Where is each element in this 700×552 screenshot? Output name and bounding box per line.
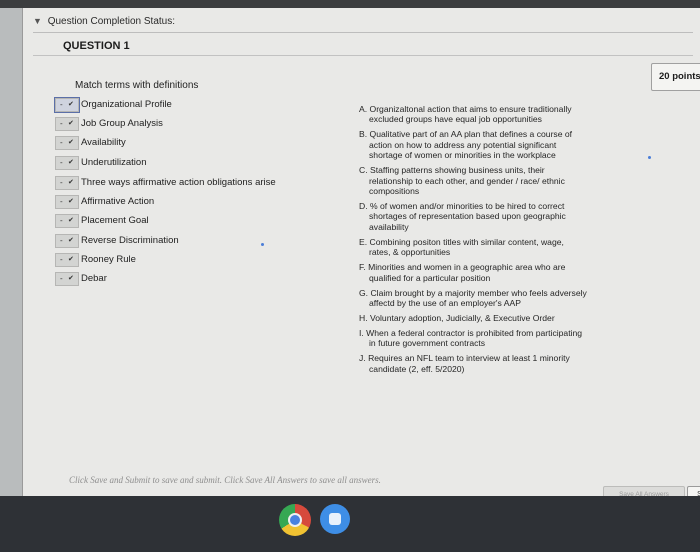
collapse-arrow-icon[interactable]: ▼	[33, 16, 42, 26]
chevron-down-icon: ✔	[68, 216, 74, 224]
match-select[interactable]: - ✔	[55, 233, 79, 248]
term-label: Placement Goal	[81, 215, 149, 227]
question-header: QUESTION 1	[33, 39, 693, 56]
definition-line: availability	[369, 221, 409, 232]
definition-line: action on how to address any potential s…	[369, 139, 557, 150]
chevron-down-icon: ✔	[68, 178, 74, 186]
chevron-down-icon: ✔	[68, 119, 74, 127]
match-select[interactable]: - ✔	[55, 194, 79, 209]
chevron-down-icon: ✔	[68, 158, 74, 166]
chevron-down-icon: ✔	[68, 100, 74, 108]
definition-item: F. Minorities and women in a geographic …	[359, 262, 627, 283]
chevron-down-icon: ✔	[68, 255, 74, 263]
selected-value: -	[60, 99, 63, 109]
browser-top-bar	[0, 0, 700, 8]
match-select[interactable]: - ✔	[55, 116, 79, 131]
selected-value: -	[60, 196, 63, 206]
definition-line: affectd by the use of an employer's AAP	[369, 298, 521, 309]
definition-line: excluded groups have equal job opportuni…	[369, 114, 542, 125]
question-completion-status[interactable]: ▼ Question Completion Status:	[33, 16, 693, 33]
definition-line: B. Qualitative part of an AA plan that d…	[359, 129, 573, 140]
taskbar	[0, 496, 700, 552]
selected-value: -	[60, 118, 63, 128]
match-select[interactable]: - ✔	[55, 175, 79, 190]
question-instructions: Match terms with definitions	[75, 80, 199, 91]
selected-value: -	[60, 235, 63, 245]
term-label: Organizational Profile	[81, 99, 172, 111]
definition-line: A. Organizaltonal action that aims to en…	[359, 104, 572, 114]
match-select[interactable]: - ✔	[55, 271, 79, 286]
term-row: - ✔ Availability	[55, 134, 126, 150]
term-row: - ✔ Underutilization	[55, 154, 147, 170]
term-label: Affirmative Action	[81, 196, 155, 208]
term-row: - ✔ Affirmative Action	[55, 193, 155, 209]
definition-item: A. Organizaltonal action that aims to en…	[359, 104, 627, 125]
status-label: Question Completion Status:	[47, 16, 175, 27]
definition-item: C. Staffing patterns showing business un…	[359, 165, 627, 196]
term-row: - ✔ Rooney Rule	[55, 251, 136, 267]
selected-value: -	[60, 215, 63, 225]
selected-value: -	[60, 157, 63, 167]
term-label: Availability	[81, 137, 126, 149]
term-row: - ✔ Organizational Profile	[54, 96, 172, 113]
term-row: - ✔ Placement Goal	[55, 212, 149, 228]
definition-item: I. When a federal contractor is prohibit…	[359, 328, 627, 349]
definition-line: G. Claim brought by a majority member wh…	[359, 287, 587, 298]
definition-line: in future government contracts	[369, 338, 486, 349]
definition-line: shortage of women or minorities in the w…	[369, 150, 556, 161]
marker-dot	[261, 243, 264, 246]
definition-line: D. % of women and/or minorities to be hi…	[359, 201, 565, 212]
definition-line: compositions	[369, 186, 420, 197]
definition-line: C. Staffing patterns showing business un…	[359, 165, 545, 176]
term-label: Three ways affirmative action obligation…	[81, 177, 276, 189]
definition-line: J. Requires an NFL team to interview at …	[359, 353, 570, 364]
chevron-down-icon: ✔	[68, 197, 74, 205]
definition-line: relationship to each other, and gender /…	[369, 175, 565, 186]
definition-line: H. Voluntary adoption, Judicially, & Exe…	[359, 313, 555, 324]
definition-item: D. % of women and/or minorities to be hi…	[359, 201, 627, 232]
match-select[interactable]: - ✔	[55, 213, 79, 228]
term-row: - ✔ Debar	[55, 270, 107, 286]
definition-line: candidate (2, eff. 5/2020)	[369, 363, 465, 374]
question-title: QUESTION 1	[63, 40, 130, 52]
definition-item: H. Voluntary adoption, Judicially, & Exe…	[359, 313, 627, 323]
definition-item: B. Qualitative part of an AA plan that d…	[359, 129, 627, 160]
definition-line: E. Combining positon titles with similar…	[359, 236, 564, 247]
points-label: 20 points	[659, 71, 700, 82]
points-box: 20 points	[651, 63, 700, 91]
chevron-down-icon: ✔	[68, 236, 74, 244]
definition-line: rates, & opportunities	[369, 247, 451, 258]
definition-list: A. Organizaltonal action that aims to en…	[359, 104, 627, 379]
match-select[interactable]: - ✔	[55, 252, 79, 267]
term-label: Reverse Discrimination	[81, 235, 179, 247]
match-select[interactable]: - ✔	[55, 135, 79, 150]
match-select[interactable]: - ✔	[55, 155, 79, 170]
marker-dot	[648, 156, 651, 159]
definition-item: E. Combining positon titles with similar…	[359, 237, 627, 258]
selected-value: -	[60, 273, 63, 283]
definition-line: F. Minorities and women in a geographic …	[359, 262, 566, 273]
definition-line: qualified for a particular position	[369, 272, 491, 283]
assessment-panel: ▼ Question Completion Status: QUESTION 1…	[22, 8, 700, 504]
chrome-icon[interactable]	[279, 504, 311, 536]
term-label: Underutilization	[81, 157, 147, 169]
definition-line: shortages of representation based upon g…	[369, 211, 566, 222]
term-label: Rooney Rule	[81, 254, 136, 266]
term-label: Job Group Analysis	[81, 118, 163, 130]
chevron-down-icon: ✔	[68, 138, 74, 146]
definition-line: I. When a federal contractor is prohibit…	[359, 328, 583, 339]
selected-value: -	[60, 254, 63, 264]
term-label: Debar	[81, 273, 107, 285]
term-row: - ✔ Reverse Discrimination	[55, 232, 179, 248]
term-row: - ✔ Job Group Analysis	[55, 115, 163, 131]
match-select[interactable]: - ✔	[54, 96, 80, 113]
term-row: - ✔ Three ways affirmative action obligati…	[55, 174, 276, 190]
selected-value: -	[60, 177, 63, 187]
selected-value: -	[60, 137, 63, 147]
chevron-down-icon: ✔	[68, 274, 74, 282]
save-instructions: Click Save and Submit to save and submit…	[69, 475, 381, 485]
definition-item: J. Requires an NFL team to interview at …	[359, 353, 627, 374]
app-icon[interactable]	[320, 504, 350, 534]
definition-item: G. Claim brought by a majority member wh…	[359, 288, 627, 309]
